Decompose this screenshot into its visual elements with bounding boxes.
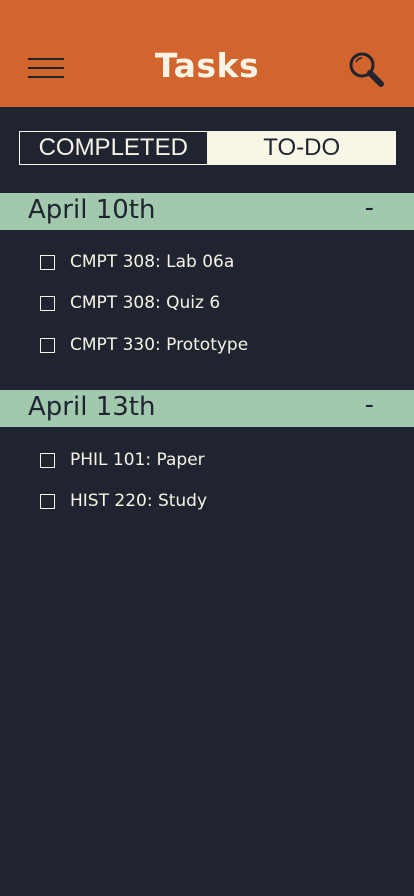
collapse-button[interactable]: -	[365, 390, 374, 420]
task-checkbox[interactable]	[40, 493, 55, 509]
task-item[interactable]: PHIL 101: Paper	[40, 449, 205, 471]
search-icon	[349, 52, 384, 87]
task-label: PHIL 101: Paper	[70, 450, 205, 470]
task-checkbox[interactable]	[40, 337, 55, 353]
task-checkbox[interactable]	[40, 452, 55, 468]
task-checkbox[interactable]	[40, 295, 55, 311]
task-item[interactable]: CMPT 308: Quiz 6	[40, 292, 220, 314]
collapse-button[interactable]: -	[365, 193, 374, 223]
section-date: April 13th	[28, 392, 156, 422]
app-header: Tasks	[0, 0, 414, 107]
date-section-header[interactable]: April 13th -	[0, 390, 414, 427]
task-item[interactable]: CMPT 330: Prototype	[40, 334, 248, 356]
task-label: CMPT 330: Prototype	[70, 335, 249, 355]
search-button[interactable]	[347, 50, 385, 88]
task-item[interactable]: HIST 220: Study	[40, 490, 207, 512]
task-checkbox[interactable]	[40, 254, 55, 270]
tab-to-do[interactable]: TO-DO	[207, 131, 396, 165]
section-date: April 10th	[28, 195, 156, 225]
task-label: CMPT 308: Lab 06a	[70, 252, 235, 272]
task-label: CMPT 308: Quiz 6	[70, 293, 221, 313]
task-item[interactable]: CMPT 308: Lab 06a	[40, 251, 234, 273]
tab-completed[interactable]: COMPLETED	[19, 131, 208, 165]
date-section-header[interactable]: April 10th -	[0, 193, 414, 230]
task-filter-tabs: COMPLETED TO-DO	[19, 131, 396, 165]
task-label: HIST 220: Study	[70, 491, 208, 511]
